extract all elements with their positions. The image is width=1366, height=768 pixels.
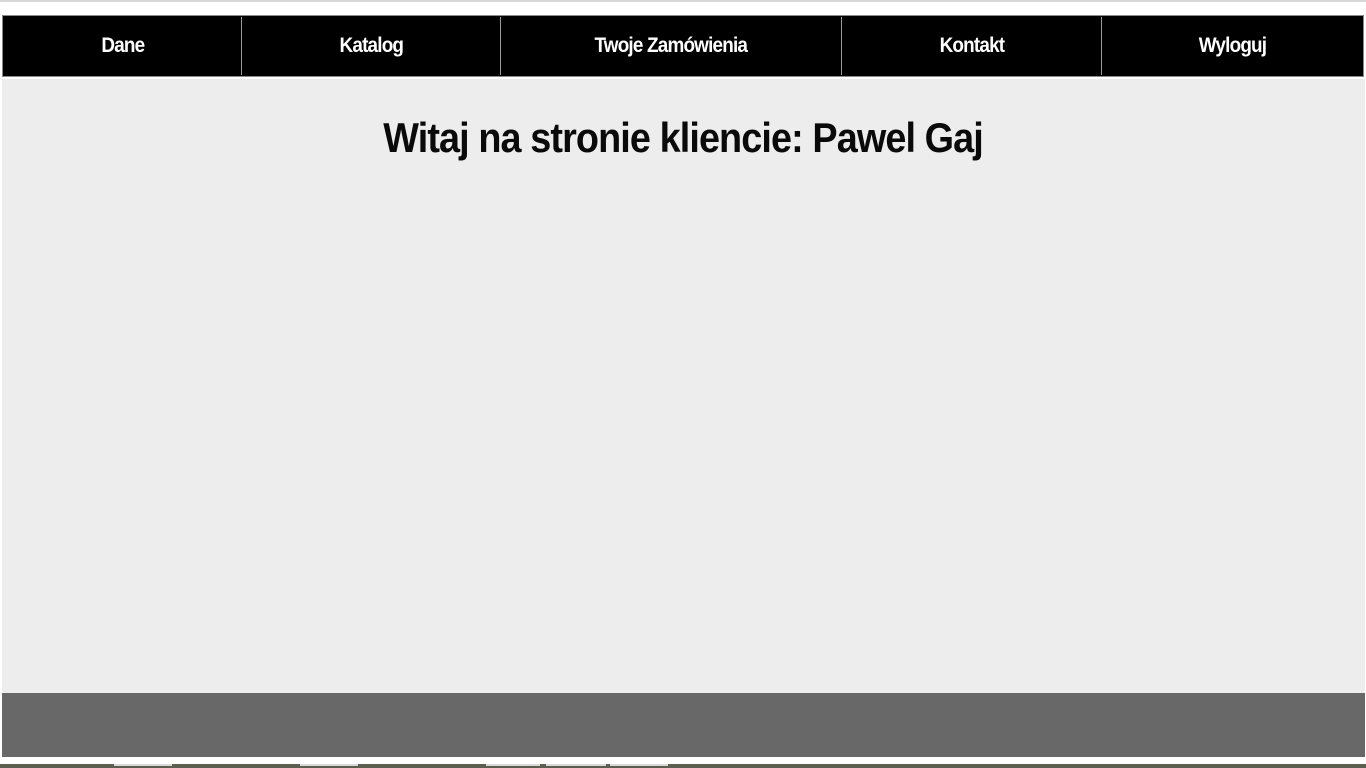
nav-item-katalog[interactable]: Katalog (242, 17, 501, 75)
bottom-strip-segment (486, 764, 540, 766)
welcome-heading: Witaj na stronie kliencie: Pawel Gaj (0, 112, 1366, 164)
bottom-strip-segment (610, 764, 668, 766)
main-navigation: Dane Katalog Twoje Zamówienia Kontakt Wy… (2, 15, 1364, 77)
nav-item-label: Katalog (339, 34, 403, 57)
nav-item-label: Dane (100, 34, 145, 57)
bottom-border (0, 764, 1366, 768)
top-border (0, 0, 1366, 2)
bottom-strip-segment (114, 764, 172, 766)
nav-item-label: Kontakt (939, 34, 1004, 57)
nav-item-kontakt[interactable]: Kontakt (842, 17, 1102, 75)
nav-item-wyloguj[interactable]: Wyloguj (1102, 17, 1362, 75)
welcome-text: Witaj na stronie kliencie: Pawel Gaj (383, 114, 983, 161)
nav-item-twoje-zamowienia[interactable]: Twoje Zamówienia (501, 17, 842, 75)
bottom-strip-segment (546, 764, 606, 766)
nav-item-label: Twoje Zamówienia (594, 34, 748, 57)
nav-item-dane[interactable]: Dane (4, 17, 242, 75)
main-content (2, 79, 1365, 693)
nav-item-label: Wyloguj (1198, 34, 1266, 57)
footer (2, 693, 1365, 757)
page: Dane Katalog Twoje Zamówienia Kontakt Wy… (0, 0, 1366, 768)
bottom-strip-segment (300, 764, 358, 766)
